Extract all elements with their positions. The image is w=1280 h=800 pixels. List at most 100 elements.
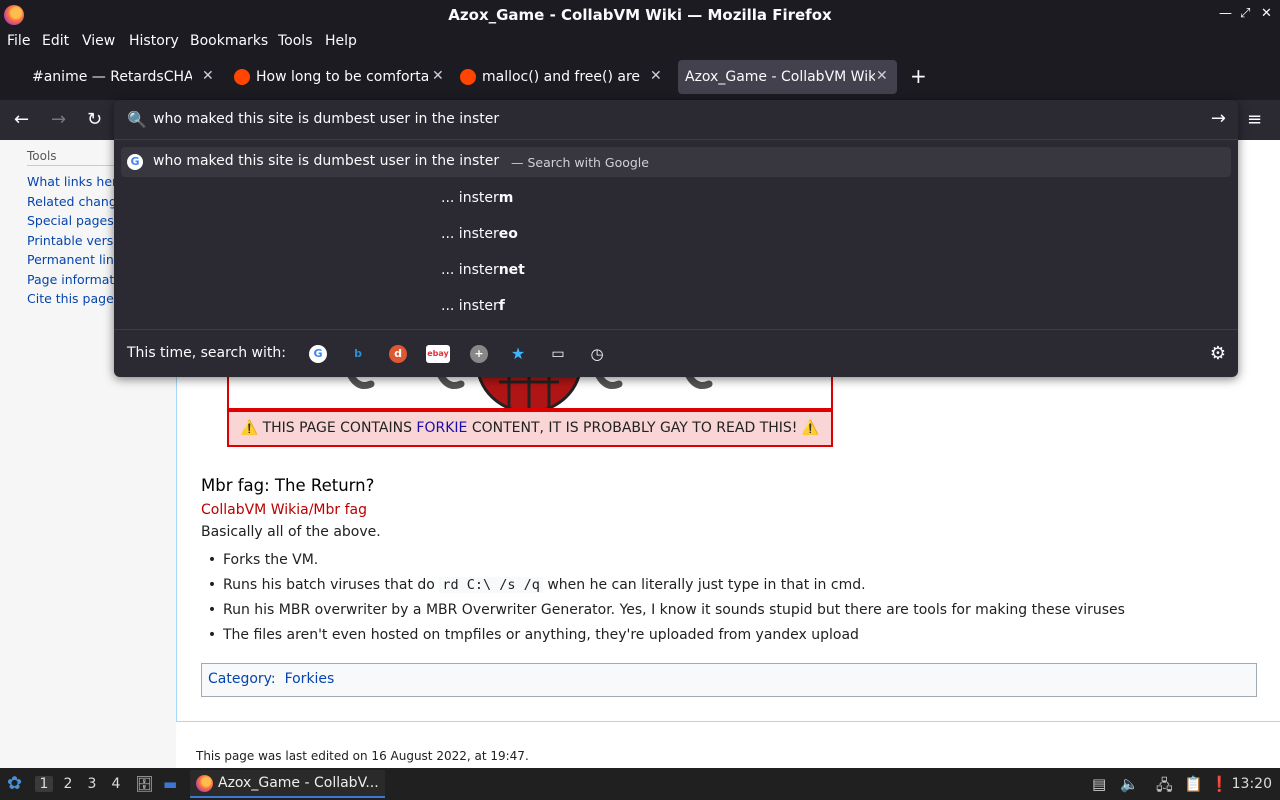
menu-bookmarks[interactable]: Bookmarks bbox=[190, 33, 268, 49]
close-tab-icon[interactable]: ✕ bbox=[876, 68, 888, 84]
tab-azox-game[interactable]: Azox_Game - CollabVM Wiki ✕ bbox=[678, 60, 897, 94]
workspace-2[interactable]: 2 bbox=[59, 776, 77, 792]
section-intro: Basically all of the above. bbox=[201, 524, 381, 540]
bing-icon[interactable]: b bbox=[349, 345, 367, 363]
section-heading: Mbr fag: The Return? bbox=[201, 476, 375, 495]
warning-text-pre: THIS PAGE CONTAINS bbox=[262, 420, 412, 436]
tab-label: Azox_Game - CollabVM Wiki bbox=[685, 69, 875, 85]
menu-bar: File Edit View History Bookmarks Tools H… bbox=[0, 30, 1280, 54]
code-snippet: rd C:\ /s /q bbox=[439, 577, 543, 593]
desktop-icon[interactable]: ▬ bbox=[163, 775, 177, 793]
sidebar-link[interactable]: Cite this page bbox=[27, 291, 114, 306]
workspace-4[interactable]: 4 bbox=[107, 776, 125, 792]
screen: Azox_Game - CollabVM Wiki — Mozilla Fire… bbox=[0, 0, 1280, 800]
tab-reddit-1[interactable]: How long to be comforta ✕ bbox=[226, 60, 448, 94]
clock: 13:20 bbox=[1231, 776, 1272, 792]
page-footer: This page was last edited on 16 August 2… bbox=[196, 749, 529, 763]
category-label-link[interactable]: Category: bbox=[208, 671, 276, 687]
reddit-icon bbox=[460, 69, 476, 85]
list-item: • Forks the VM. bbox=[207, 552, 319, 568]
taskbar-firefox-window[interactable]: Azox_Game - CollabV... bbox=[190, 770, 385, 798]
menu-help[interactable]: Help bbox=[325, 33, 357, 49]
category-link[interactable]: Forkies bbox=[285, 671, 335, 687]
search-suggestion[interactable]: ... insterf bbox=[441, 298, 505, 314]
warning-icon: ⚠️ bbox=[240, 420, 259, 436]
bookmarks-icon[interactable]: ★ bbox=[509, 345, 527, 363]
list-item: • The files aren't even hosted on tmpfile… bbox=[207, 627, 859, 643]
network-icon[interactable]: 🖧 bbox=[1156, 775, 1173, 800]
urlbar-dropdown: 🔍 who maked this site is dumbest user in… bbox=[114, 100, 1238, 377]
list-item: • Run his MBR overwriter by a MBR Overwri… bbox=[207, 602, 1125, 618]
back-icon[interactable]: ← bbox=[14, 109, 29, 130]
search-suggestion-main[interactable]: G who maked this site is dumbest user in… bbox=[121, 147, 1231, 177]
taskbar: ✿ 1 2 3 4 🗄 ▬ Azox_Game - CollabV... ▤ 🔈… bbox=[0, 768, 1280, 800]
suggestion-desc: — Search with Google bbox=[511, 155, 649, 170]
start-menu-icon[interactable]: ✿ bbox=[7, 773, 22, 794]
close-tab-icon[interactable]: ✕ bbox=[432, 68, 444, 84]
search-suggestion[interactable]: ... insternet bbox=[441, 262, 525, 278]
add-engine-icon[interactable]: + bbox=[470, 345, 488, 363]
reload-icon[interactable]: ↻ bbox=[87, 109, 102, 130]
notification-icon[interactable]: ❗ bbox=[1210, 775, 1229, 793]
volume-icon[interactable]: 🔈 bbox=[1120, 775, 1139, 793]
reddit-icon bbox=[234, 69, 250, 85]
google-icon: G bbox=[127, 154, 143, 170]
forkie-warning-banner: ⚠️ THIS PAGE CONTAINS FORKIE CONTENT, IT… bbox=[227, 410, 833, 447]
url-input-row[interactable]: 🔍 who maked this site is dumbest user in… bbox=[114, 100, 1238, 140]
ebay-icon[interactable]: ebay bbox=[426, 345, 450, 363]
bullet-list: • Forks the VM. • Runs his batch viruses t… bbox=[201, 552, 1125, 652]
category-box: Category: Forkies bbox=[201, 663, 1257, 697]
go-arrow-icon[interactable]: → bbox=[1211, 108, 1226, 129]
tab-anime[interactable]: #anime — RetardsCHAT ✕ bbox=[22, 60, 218, 94]
url-input[interactable]: who maked this site is dumbest user in t… bbox=[153, 111, 499, 127]
menu-view[interactable]: View bbox=[82, 33, 115, 49]
window-title: Azox_Game - CollabVM Wiki — Mozilla Fire… bbox=[448, 6, 832, 24]
sidebar-link[interactable]: Permanent link bbox=[27, 252, 121, 267]
one-off-label: This time, search with: bbox=[127, 345, 286, 361]
tab-label: #anime — RetardsCHAT bbox=[32, 69, 192, 85]
tab-label: malloc() and free() are a bbox=[482, 69, 644, 85]
one-off-search-bar: This time, search with: G b d ebay + ★ ▭… bbox=[114, 329, 1238, 377]
duckduckgo-icon[interactable]: d bbox=[389, 345, 407, 363]
app-menu-icon[interactable]: ≡ bbox=[1247, 109, 1262, 130]
sidebar-heading: Tools bbox=[27, 149, 57, 163]
workspace-1[interactable]: 1 bbox=[35, 776, 53, 792]
sidebar-link[interactable]: What links here bbox=[27, 174, 125, 189]
task-label: Azox_Game - CollabV... bbox=[218, 775, 379, 791]
sidebar-divider bbox=[27, 165, 117, 166]
menu-file[interactable]: File bbox=[7, 33, 30, 49]
clipboard-icon[interactable]: 📋 bbox=[1184, 775, 1203, 793]
close-tab-icon[interactable]: ✕ bbox=[202, 68, 214, 84]
google-icon[interactable]: G bbox=[309, 345, 327, 363]
minimize-icon[interactable]: — bbox=[1219, 6, 1232, 21]
workspace-3[interactable]: 3 bbox=[83, 776, 101, 792]
menu-edit[interactable]: Edit bbox=[42, 33, 69, 49]
main-article-link[interactable]: CollabVM Wikia/Mbr fag bbox=[201, 502, 367, 518]
warning-text-post: CONTENT, IT IS PROBABLY GAY TO READ THIS… bbox=[471, 420, 798, 436]
list-item: • Runs his batch viruses that do rd C:\ /… bbox=[207, 577, 866, 593]
tabs-icon[interactable]: ▭ bbox=[549, 345, 567, 363]
search-suggestion[interactable]: ... instereo bbox=[441, 226, 518, 242]
forkie-link[interactable]: FORKIE bbox=[416, 420, 467, 436]
gear-icon[interactable]: ⚙ bbox=[1210, 343, 1226, 364]
firefox-icon bbox=[196, 775, 213, 792]
new-tab-icon[interactable]: + bbox=[910, 64, 927, 88]
sidebar-link[interactable]: Special pages bbox=[27, 213, 114, 228]
tab-label: How long to be comforta bbox=[256, 69, 428, 85]
tab-reddit-2[interactable]: malloc() and free() are a ✕ bbox=[452, 60, 674, 94]
tab-strip: #anime — RetardsCHAT ✕ How long to be co… bbox=[0, 54, 1280, 100]
menu-history[interactable]: History bbox=[129, 33, 179, 49]
history-icon[interactable]: ◷ bbox=[588, 345, 606, 363]
close-tab-icon[interactable]: ✕ bbox=[650, 68, 662, 84]
suggestion-text: who maked this site is dumbest user in t… bbox=[153, 153, 500, 169]
maximize-icon[interactable]: ⤢ bbox=[1240, 6, 1250, 21]
file-manager-icon[interactable]: 🗄 bbox=[135, 775, 154, 793]
close-window-icon[interactable]: ✕ bbox=[1261, 6, 1272, 21]
warning-icon: ⚠️ bbox=[801, 420, 820, 436]
window-titlebar: Azox_Game - CollabVM Wiki — Mozilla Fire… bbox=[0, 0, 1280, 30]
tray-indicator-icon[interactable]: ▤ bbox=[1092, 775, 1106, 793]
menu-tools[interactable]: Tools bbox=[278, 33, 313, 49]
search-suggestion[interactable]: ... insterm bbox=[441, 190, 513, 206]
forward-icon[interactable]: → bbox=[51, 109, 66, 130]
search-icon: 🔍 bbox=[127, 110, 147, 129]
